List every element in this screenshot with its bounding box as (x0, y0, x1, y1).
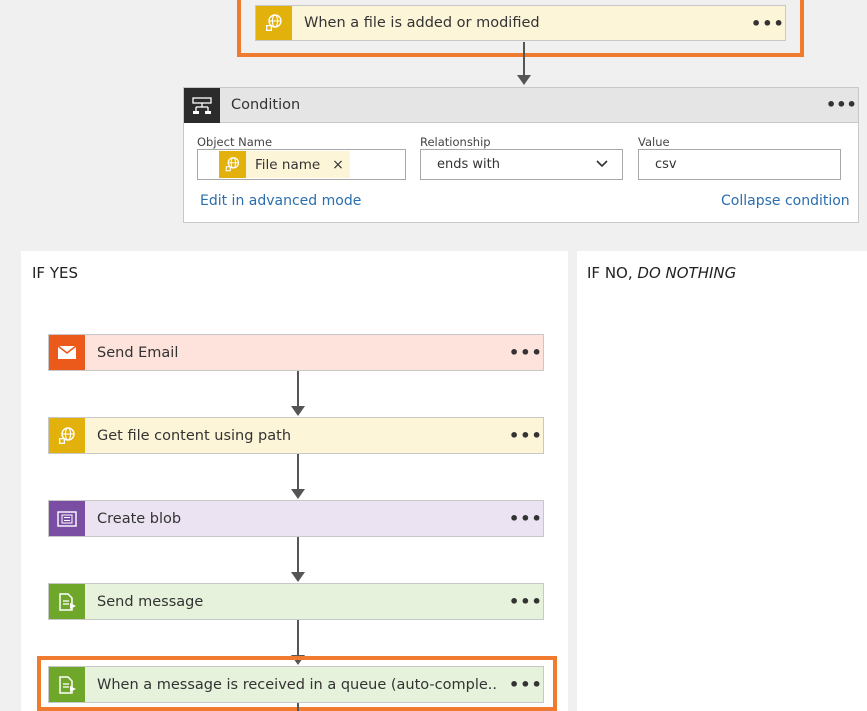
edit-advanced-mode-link[interactable]: Edit in advanced mode (200, 193, 361, 209)
object-name-field[interactable]: File name × (197, 149, 406, 180)
service-bus-icon (49, 584, 85, 619)
connector-arrow (297, 537, 299, 573)
relationship-value: ends with (437, 157, 500, 172)
trigger-menu-button[interactable]: ••• (751, 14, 784, 33)
if-no-title: IF NO, DO NOTHING (587, 264, 736, 282)
action-label: Create blob (97, 510, 182, 527)
get-file-content-card[interactable]: Get file content using path ••• (48, 417, 544, 454)
connector-arrow (297, 454, 299, 490)
connector-arrowhead (291, 489, 305, 499)
send-email-card[interactable]: Send Email ••• (48, 334, 544, 371)
condition-title: Condition (231, 97, 301, 113)
service-bus-icon (49, 667, 85, 702)
connector-arrow (297, 620, 299, 658)
condition-menu-button[interactable]: ••• (826, 95, 857, 114)
object-name-label: Object Name (197, 135, 273, 149)
file-name-token-label: File name (255, 156, 321, 173)
mail-icon (49, 335, 85, 370)
value-text: csv (655, 157, 677, 172)
ftp-globe-icon (219, 151, 246, 178)
if-yes-title: IF YES (32, 264, 78, 282)
relationship-label: Relationship (420, 135, 491, 149)
send-message-card[interactable]: Send message ••• (48, 583, 544, 620)
connector-arrowhead (291, 572, 305, 582)
trigger-label: When a file is added or modified (304, 15, 540, 31)
connector-arrow (297, 703, 299, 711)
action-label: Send message (97, 593, 204, 610)
connector-arrow (297, 371, 299, 407)
action-menu-button[interactable]: ••• (509, 675, 542, 694)
connector-arrowhead (517, 75, 531, 85)
relationship-select[interactable]: ends with (420, 149, 623, 180)
condition-icon (184, 88, 220, 123)
value-label: Value (638, 135, 670, 149)
blob-storage-icon (49, 501, 85, 536)
action-menu-button[interactable]: ••• (509, 426, 542, 445)
chevron-down-icon (596, 157, 608, 172)
file-name-token-remove-button[interactable]: × (320, 157, 344, 173)
if-no-title-prefix: IF NO, (587, 264, 638, 282)
if-no-title-emphasis: DO NOTHING (637, 264, 737, 282)
action-menu-button[interactable]: ••• (509, 509, 542, 528)
action-menu-button[interactable]: ••• (509, 592, 542, 611)
if-yes-panel (21, 251, 568, 711)
action-label: Send Email (97, 344, 179, 361)
file-name-token: File name × (219, 151, 350, 178)
connector-arrowhead (291, 406, 305, 416)
connector-arrow (523, 42, 525, 76)
collapse-condition-link[interactable]: Collapse condition (721, 193, 850, 209)
action-label: When a message is received in a queue (a… (97, 676, 497, 693)
ftp-globe-icon (256, 6, 292, 40)
if-no-panel (577, 251, 867, 711)
message-received-card[interactable]: When a message is received in a queue (a… (48, 666, 544, 703)
ftp-globe-icon (49, 418, 85, 453)
trigger-card[interactable]: When a file is added or modified ••• (255, 5, 786, 41)
create-blob-card[interactable]: Create blob ••• (48, 500, 544, 537)
action-label: Get file content using path (97, 427, 292, 444)
action-menu-button[interactable]: ••• (509, 343, 542, 362)
value-input[interactable]: csv (638, 149, 841, 180)
